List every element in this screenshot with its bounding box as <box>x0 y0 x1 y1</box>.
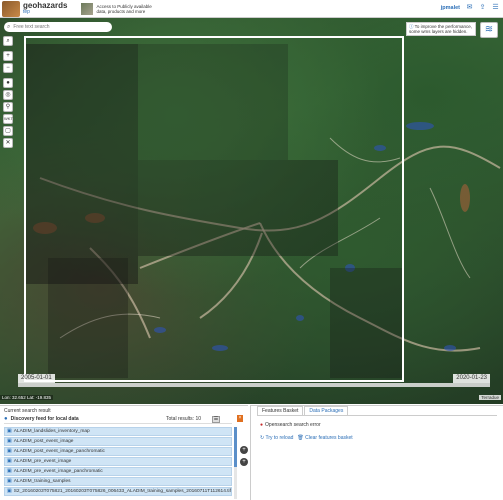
zoom-in-icon[interactable]: + <box>3 51 13 61</box>
timeline-start-date[interactable]: 2005-01-01 <box>18 374 55 383</box>
clear-basket-label: Clear features basket <box>305 435 353 441</box>
menu-icon[interactable]: ☰ <box>492 4 499 11</box>
results-heading: Discovery feed for local data <box>10 416 79 422</box>
result-label: ALADIM_post_event_image <box>13 438 74 444</box>
results-header: ● Discovery feed for local data Total re… <box>4 415 232 424</box>
draw-icon[interactable]: ▢ <box>3 126 13 136</box>
basket-tabs: Features Basket Data Packages <box>257 406 349 415</box>
search-box[interactable]: ⌕ <box>4 22 112 32</box>
area-of-interest-box[interactable] <box>24 36 404 382</box>
reload-link[interactable]: ↻ Try to reload <box>260 435 293 441</box>
results-scrollbar[interactable] <box>234 427 237 499</box>
performance-notice: ⓘ To improve the performance, some wms l… <box>406 22 476 36</box>
results-list: ▣ ALADIM_landslides_inventory_map ▣ ALADIM_… <box>4 427 232 497</box>
coordinates-readout: Lon: 32.652 Lat: -19.835 <box>0 395 54 400</box>
zoom-out-icon[interactable]: − <box>3 63 13 73</box>
search-results-panel: Current search result ● Discovery feed f… <box>0 405 248 500</box>
error-icon: ● <box>260 422 264 428</box>
layer-icon: ▣ <box>7 477 12 484</box>
timeline-end-date[interactable]: 2020-01-23 <box>453 374 490 383</box>
layer-icon: ▣ <box>7 487 12 494</box>
basket-panel: + + Features Basket Data Packages ● Open… <box>240 405 503 500</box>
results-menu-button[interactable]: ☰ <box>212 416 220 423</box>
search-error: ● Opensearch search error <box>260 422 321 428</box>
layer-icon: ▣ <box>7 427 12 434</box>
timeline[interactable]: 2005-01-01 2020-01-23 <box>18 374 490 388</box>
layer-icon: ▣ <box>7 457 12 464</box>
map-attribution[interactable]: Terradue <box>479 395 501 400</box>
results-count: Total results: 10 <box>166 416 202 422</box>
result-label: ALADIM_post_event_image_panchromatic <box>13 448 105 454</box>
result-row[interactable]: ▣ ALADIM_training_samples <box>4 477 232 486</box>
tagline: Access to Publicly available data, produ… <box>96 3 152 14</box>
search-input[interactable] <box>13 24 104 30</box>
result-label: ALADIM_landslides_inventory_map <box>13 428 90 434</box>
performance-notice-text: To improve the performance, some wms lay… <box>409 24 472 34</box>
result-row[interactable]: ▣ ALADIM_pre_event_image_panchromatic <box>4 467 232 476</box>
add-all-button[interactable]: + <box>240 458 248 466</box>
reload-link-label: Try to reload <box>265 435 294 441</box>
result-row[interactable]: ▣ ALADIM_pre_event_image <box>4 457 232 466</box>
check-circle-icon: ● <box>4 416 8 422</box>
close-results-button[interactable]: × <box>237 415 243 422</box>
basket-actions: ↻ Try to reload 🗑 Clear features basket <box>260 435 353 441</box>
wkt-icon[interactable]: WKT <box>3 114 13 124</box>
layer-icon: ▣ <box>7 467 12 474</box>
brand-title: geohazards <box>23 0 68 10</box>
layers-icon[interactable]: ≋ <box>480 22 498 38</box>
tab-data-packages[interactable]: Data Packages <box>304 406 349 415</box>
home-icon[interactable]: ● <box>3 78 13 88</box>
add-to-basket-button[interactable]: + <box>240 446 248 454</box>
envelope-icon[interactable]: ✉ <box>466 4 473 11</box>
username-link[interactable]: jpmalet <box>441 5 460 11</box>
top-header: geohazards tep Access to Publicly availa… <box>0 0 503 18</box>
trash-icon: 🗑 <box>297 435 306 441</box>
search-icon: ⌕ <box>7 23 11 30</box>
clear-icon[interactable]: ✕ <box>3 138 13 148</box>
brand[interactable]: geohazards tep <box>23 0 68 16</box>
brand-subtitle: tep <box>23 8 30 15</box>
result-label: ALADIM_pre_event_image <box>13 458 72 464</box>
scrollbar-thumb[interactable] <box>234 427 237 467</box>
result-label: ALADIM_training_samples <box>13 478 71 484</box>
header-user-area: jpmalet ✉ ⇪ ☰ <box>441 4 499 11</box>
result-row[interactable]: ▣ ALADIM_post_event_image_panchromatic <box>4 447 232 456</box>
app-root: geohazards tep Access to Publicly availa… <box>0 0 503 500</box>
layer-icon: ▣ <box>7 447 12 454</box>
result-row[interactable]: ▣ ALADIM_post_event_image <box>4 437 232 446</box>
error-text: Opensearch search error <box>265 422 321 428</box>
result-row[interactable]: ▣ ALADIM_landslides_inventory_map <box>4 427 232 436</box>
search-toggle-icon[interactable]: ⌕ <box>3 36 13 46</box>
layer-icon: ▣ <box>7 437 12 444</box>
result-label: ALADIM_pre_event_image_panchromatic <box>13 468 103 474</box>
tab-divider <box>257 415 497 416</box>
side-buttons: + + <box>240 446 250 470</box>
result-label: S2_20160203T075821_20160203T075826_00643… <box>13 488 231 494</box>
geohazards-logo[interactable] <box>2 0 20 17</box>
marker-icon[interactable]: ⚲ <box>3 102 13 112</box>
location-icon[interactable]: ◎ <box>3 90 13 100</box>
clear-basket-link[interactable]: 🗑 Clear features basket <box>297 435 352 441</box>
map-view[interactable]: ⌕ ⌕ + − ● ◎ ⚲ WKT ▢ ✕ ⓘ To improve the p… <box>0 18 503 404</box>
timeline-bar[interactable] <box>18 383 490 387</box>
result-row[interactable]: ▣ S2_20160203T075821_20160203T075826_0064… <box>4 487 232 496</box>
community-thumbnail[interactable] <box>81 2 94 15</box>
map-toolbar: ⌕ + − ● ◎ ⚲ WKT ▢ ✕ <box>3 36 13 150</box>
share-icon[interactable]: ⇪ <box>479 4 486 11</box>
tab-features-basket[interactable]: Features Basket <box>257 406 304 415</box>
